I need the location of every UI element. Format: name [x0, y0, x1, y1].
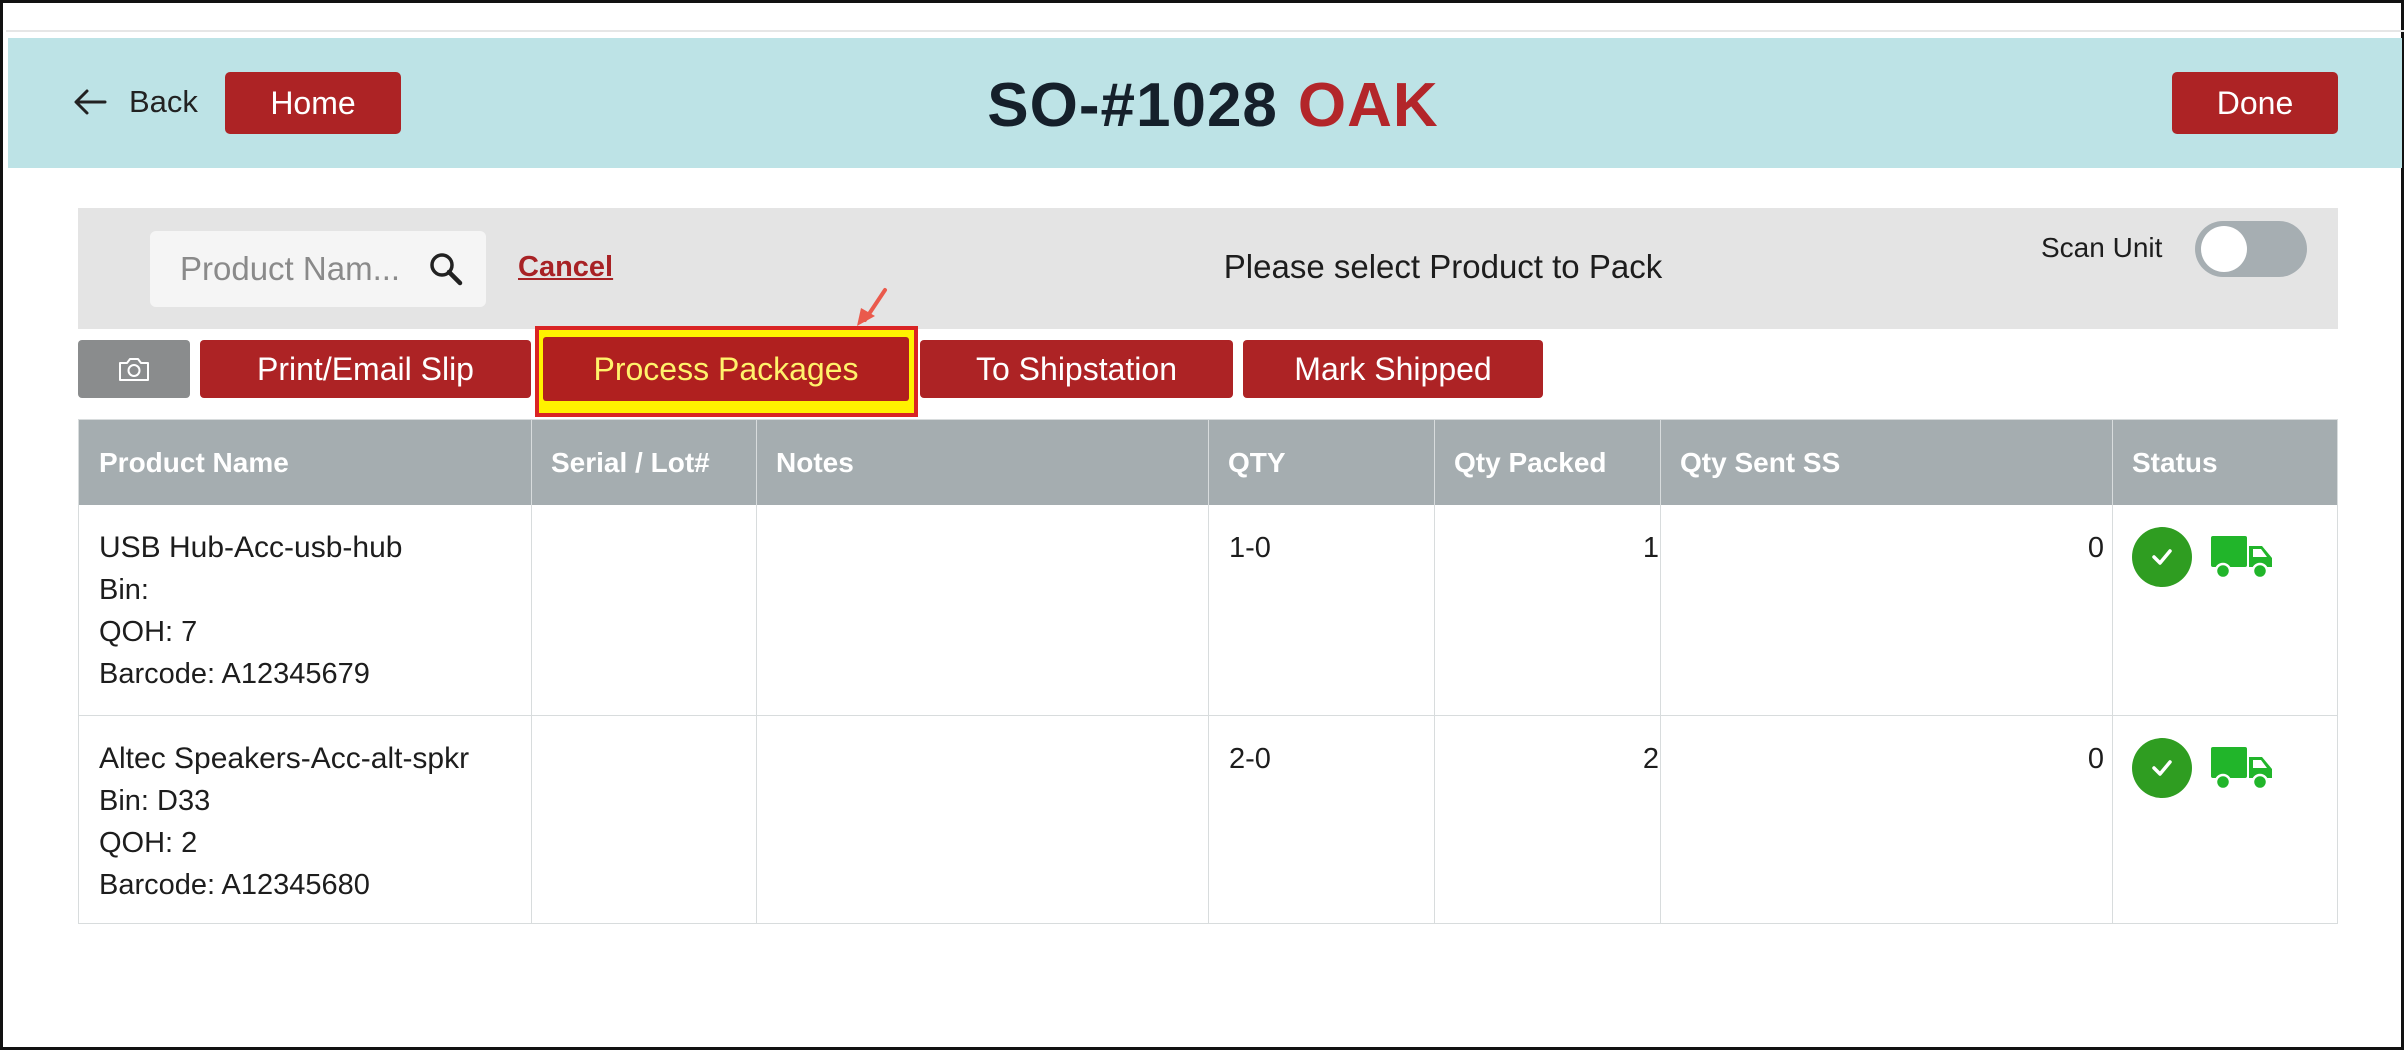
- product-barcode: Barcode: A12345680: [99, 869, 370, 901]
- location-code: OAK: [1297, 70, 1439, 140]
- order-number: SO-#1028: [987, 70, 1278, 140]
- camera-icon: [119, 358, 149, 381]
- qty-cell: 2-0: [1229, 743, 1271, 775]
- product-name[interactable]: Altec Speakers-Acc-alt-spkr: [99, 738, 469, 780]
- status-cell: [2132, 527, 2274, 587]
- back-label: Back: [129, 84, 198, 119]
- cancel-link[interactable]: Cancel: [518, 251, 613, 284]
- col-status[interactable]: Status: [2112, 420, 2338, 505]
- qty-packed-cell: 2: [1642, 743, 1659, 775]
- product-name[interactable]: USB Hub-Acc-usb-hub: [99, 527, 402, 569]
- scan-unit-toggle[interactable]: [2195, 221, 2307, 277]
- back-button[interactable]: Back: [73, 80, 198, 124]
- products-table: Product Name Serial / Lot# Notes QTY Qty…: [78, 419, 2338, 924]
- search-icon[interactable]: [428, 251, 464, 287]
- col-qty-packed[interactable]: Qty Packed: [1434, 420, 1660, 505]
- product-bin: Bin:: [99, 574, 149, 606]
- mark-shipped-button[interactable]: Mark Shipped: [1243, 340, 1543, 398]
- app-window: Back Home SO-#1028 OAK Done Cancel Pleas…: [0, 0, 2404, 1050]
- col-notes[interactable]: Notes: [756, 420, 1208, 505]
- home-button[interactable]: Home: [225, 72, 401, 134]
- qty-sent-cell: 0: [2087, 532, 2104, 564]
- search-input[interactable]: [180, 250, 430, 288]
- scan-unit-label: Scan Unit: [2041, 232, 2163, 263]
- to-shipstation-button[interactable]: To Shipstation: [920, 340, 1233, 398]
- qty-packed-cell: 1: [1642, 532, 1659, 564]
- pack-prompt: Please select Product to Pack: [1223, 248, 1663, 285]
- toggle-knob: [2201, 226, 2247, 272]
- table-row[interactable]: USB Hub-Acc-usb-hub Bin: QOH: 7 Barcode:…: [79, 505, 2337, 715]
- arrow-left-icon: [74, 89, 107, 115]
- product-bin: Bin: D33: [99, 785, 211, 817]
- product-qoh: QOH: 7: [99, 616, 198, 648]
- page-title: SO-#1028 OAK: [953, 65, 1473, 145]
- col-qty-sent-ss[interactable]: Qty Sent SS: [1660, 420, 2112, 505]
- product-barcode: Barcode: A12345679: [99, 658, 370, 690]
- truck-icon[interactable]: [2210, 534, 2274, 580]
- pointer-arrow-icon: [857, 288, 887, 326]
- camera-button[interactable]: [78, 340, 190, 398]
- qty-sent-cell: 0: [2087, 743, 2104, 775]
- top-divider: [6, 30, 2404, 32]
- col-serial-lot[interactable]: Serial / Lot#: [531, 420, 756, 505]
- done-button[interactable]: Done: [2172, 72, 2338, 134]
- print-email-slip-button[interactable]: Print/Email Slip: [200, 340, 531, 398]
- product-cell: USB Hub-Acc-usb-hub Bin: QOH: 7 Barcode:…: [99, 527, 402, 695]
- check-circle-icon[interactable]: [2132, 527, 2192, 587]
- col-qty[interactable]: QTY: [1208, 420, 1434, 505]
- product-search[interactable]: [150, 231, 486, 307]
- product-qoh: QOH: 2: [99, 827, 198, 859]
- product-cell: Altec Speakers-Acc-alt-spkr Bin: D33 QOH…: [99, 738, 469, 906]
- status-cell: [2132, 738, 2274, 798]
- table-row[interactable]: Altec Speakers-Acc-alt-spkr Bin: D33 QOH…: [79, 715, 2337, 925]
- col-product-name[interactable]: Product Name: [79, 420, 531, 505]
- qty-cell: 1-0: [1229, 532, 1271, 564]
- truck-icon[interactable]: [2210, 745, 2274, 791]
- check-circle-icon[interactable]: [2132, 738, 2192, 798]
- process-packages-button[interactable]: Process Packages: [543, 337, 909, 401]
